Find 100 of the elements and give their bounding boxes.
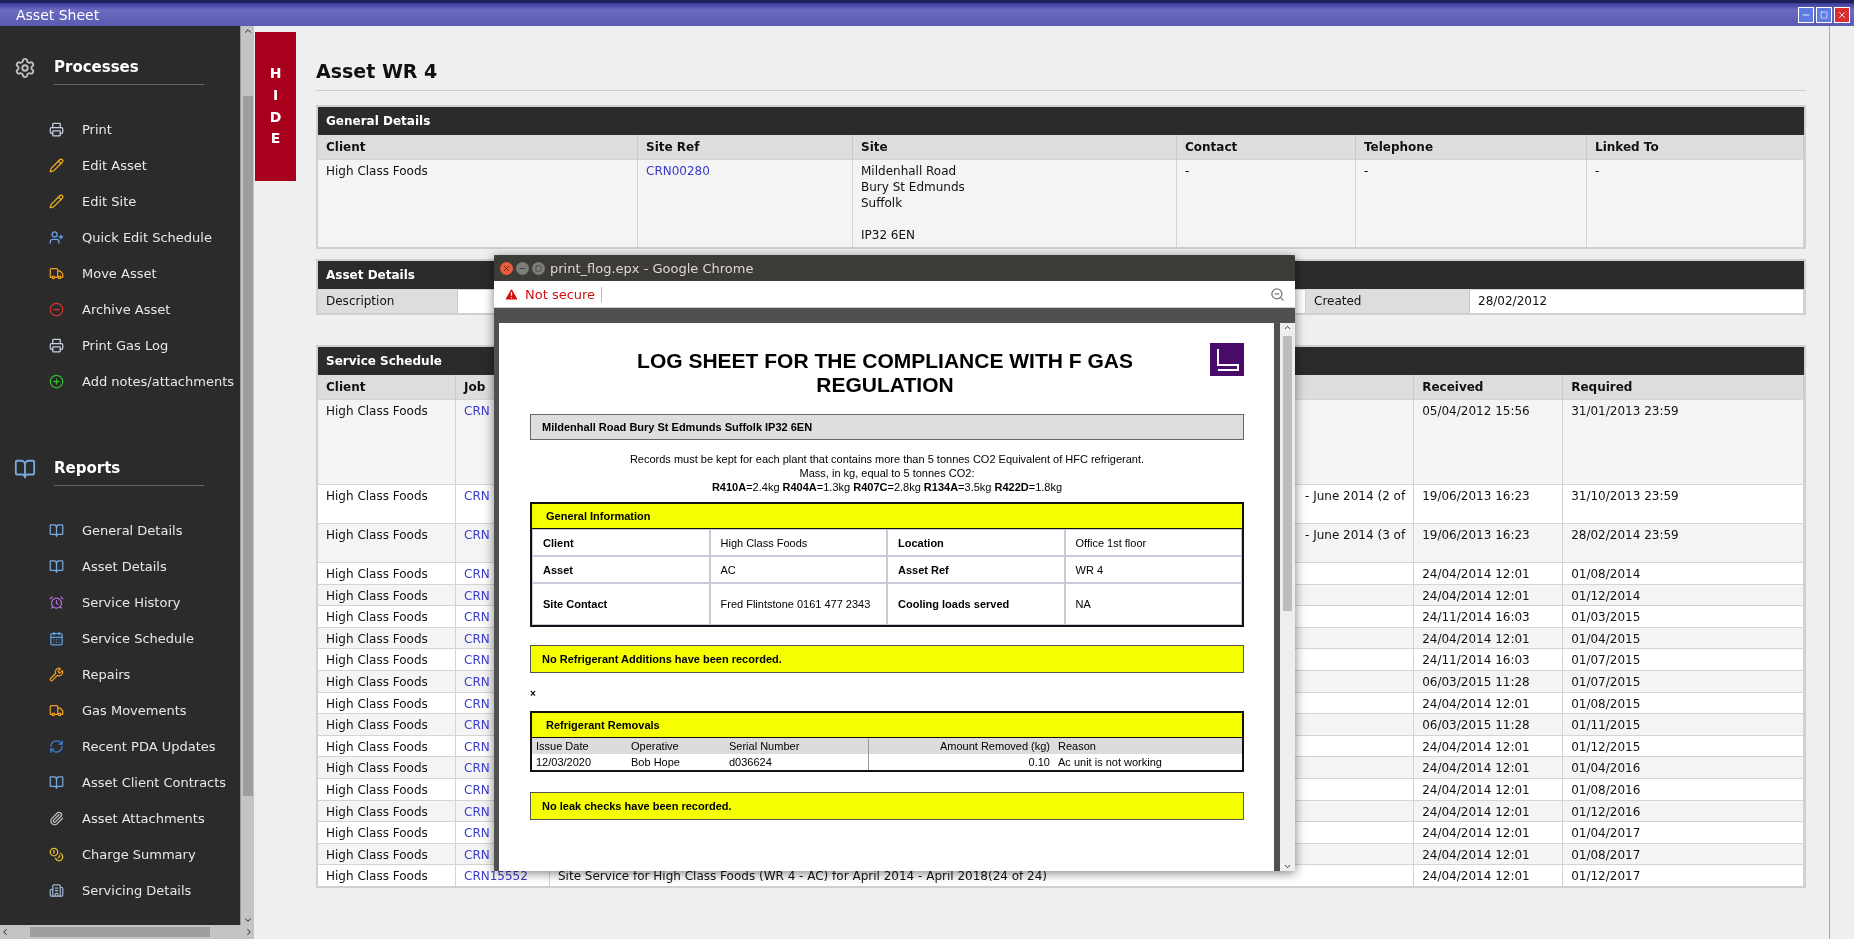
- job-link[interactable]: CRN: [464, 674, 490, 689]
- column-header: Reason: [1054, 738, 1242, 754]
- close-button[interactable]: [1834, 6, 1850, 23]
- sidebar-item[interactable]: Add notes/attachments: [0, 363, 240, 399]
- table-cell: 24/04/2014 12:01: [1414, 626, 1564, 649]
- table-cell: 01/04/2015: [1563, 626, 1804, 649]
- job-link[interactable]: CRN: [464, 631, 490, 646]
- note-text: Records must be kept for each plant that contains more than 5 tonnes CO2 Equivalent of HFC refrigerant.: [629, 452, 1145, 466]
- job-link[interactable]: CRN: [464, 782, 490, 797]
- job-link[interactable]: CRN15552: [464, 869, 528, 884]
- table-cell: 24/04/2014 12:01: [1414, 691, 1564, 714]
- sidebar-item[interactable]: Print Gas Log: [0, 327, 240, 363]
- notice-text: No leak checks have been recorded.: [530, 792, 1244, 820]
- table-heading: Refrigerant Removals: [532, 713, 1242, 738]
- job-link[interactable]: CRN: [464, 804, 490, 819]
- window-title: Asset Sheet: [16, 6, 100, 23]
- sidebar-item[interactable]: Asset Details: [0, 548, 240, 584]
- printer-icon: [49, 337, 64, 353]
- job-link[interactable]: CRN: [464, 567, 490, 581]
- minimize-button[interactable]: [516, 261, 529, 275]
- gear-icon: [14, 56, 36, 79]
- sidebar-item[interactable]: Servicing Details: [0, 872, 240, 908]
- job-link[interactable]: CRN: [464, 718, 490, 733]
- minimize-button[interactable]: [1798, 6, 1814, 23]
- scroll-up-icon: [1283, 323, 1292, 332]
- sidebar-item[interactable]: Service History: [0, 584, 240, 620]
- table-cell: High Class Foods: [318, 734, 456, 757]
- sidebar-item[interactable]: Asset Attachments: [0, 800, 240, 836]
- security-label: Not secure: [525, 286, 603, 302]
- table-cell: 24/04/2014 12:01: [1414, 842, 1564, 865]
- table-cell: High Class Foods: [318, 713, 456, 735]
- job-link[interactable]: CRN: [464, 404, 490, 418]
- postcode: IP32 6EN: [861, 227, 917, 243]
- site-ref-link[interactable]: CRN00280: [646, 164, 710, 178]
- sidebar-item[interactable]: Print: [0, 111, 240, 147]
- sidebar-item[interactable]: Edit Asset: [0, 147, 240, 183]
- job-link[interactable]: CRN: [464, 528, 490, 542]
- address-bar[interactable]: Not secure: [494, 281, 1295, 308]
- job-link[interactable]: CRN: [464, 653, 490, 668]
- table-cell: High Class Foods: [318, 821, 456, 843]
- table-cell: 24/04/2014 12:01: [1414, 864, 1564, 886]
- zoom-icon[interactable]: [1270, 286, 1285, 302]
- maximize-button[interactable]: [532, 261, 545, 275]
- paperclip-icon: [49, 810, 64, 826]
- job-link[interactable]: CRN: [464, 588, 490, 603]
- field-label: Site Contact: [532, 583, 710, 625]
- table-cell: 01/04/2017: [1563, 821, 1804, 843]
- sidebar-item[interactable]: Asset Client Contracts: [0, 764, 240, 800]
- table-cell: High Class Foods: [318, 159, 638, 247]
- person-add-icon: [49, 229, 64, 245]
- table-cell: 06/03/2015 11:28: [1414, 713, 1564, 735]
- sidebar-item[interactable]: Gas Movements: [0, 692, 240, 728]
- sidebar-item[interactable]: General Details: [0, 512, 240, 548]
- maximize-button[interactable]: [1816, 6, 1832, 23]
- building-icon: [49, 882, 64, 898]
- sidebar-item[interactable]: Service Schedule: [0, 620, 240, 656]
- table-cell: High Class Foods: [318, 799, 456, 822]
- job-link[interactable]: CRN: [464, 847, 490, 862]
- table-cell: 01/03/2015: [1563, 605, 1804, 627]
- table-cell: 01/08/2015: [1563, 691, 1804, 714]
- sidebar-item[interactable]: Archive Asset: [0, 291, 240, 327]
- table-cell: 01/12/2017: [1563, 864, 1804, 886]
- table-cell: 01/12/2015: [1563, 734, 1804, 757]
- field-value: 28/02/2012: [1470, 289, 1804, 313]
- horizontal-scrollbar[interactable]: [0, 925, 254, 939]
- job-link[interactable]: CRN: [464, 826, 490, 841]
- table-cell: High Class Foods: [318, 756, 456, 778]
- job-link[interactable]: CRN: [464, 610, 490, 625]
- job-link[interactable]: CRN: [464, 489, 490, 503]
- scroll-right-icon: [244, 927, 254, 937]
- table-cell: 01/12/2014: [1563, 583, 1804, 606]
- maximize-icon: [535, 264, 542, 272]
- close-icon: [1837, 9, 1847, 20]
- address-line: Suffolk: [861, 195, 904, 211]
- table-cell: High Class Foods: [318, 842, 456, 865]
- table-cell: High Class Foods: [318, 626, 456, 649]
- table-cell: High Class Foods: [318, 691, 456, 714]
- wrench-icon: [49, 666, 64, 682]
- column-header: Site Ref: [638, 135, 853, 159]
- field-value: Office 1st floor: [1064, 529, 1242, 556]
- sidebar-item[interactable]: Move Asset: [0, 255, 240, 291]
- column-header: Site: [853, 135, 1177, 159]
- job-link[interactable]: CRN: [464, 739, 490, 754]
- sidebar-item[interactable]: Repairs: [0, 656, 240, 692]
- job-link[interactable]: CRN: [464, 696, 490, 711]
- close-button[interactable]: [500, 261, 513, 275]
- sidebar-item[interactable]: Quick Edit Schedule: [0, 219, 240, 255]
- maximize-icon: [1820, 10, 1828, 19]
- job-link[interactable]: CRN: [464, 761, 490, 776]
- sidebar-item[interactable]: Recent PDA Updates: [0, 728, 240, 764]
- column-header: Client: [318, 135, 638, 159]
- sidebar-item[interactable]: Charge Summary: [0, 836, 240, 872]
- hide-tab[interactable]: HIDE: [255, 32, 296, 181]
- table-cell: 01/11/2015: [1563, 713, 1804, 735]
- table-cell: 01/08/2014: [1563, 562, 1804, 584]
- table-cell: High Class Foods: [318, 583, 456, 606]
- table-cell: 24/04/2014 12:01: [1414, 799, 1564, 822]
- sidebar-item[interactable]: Edit Site: [0, 183, 240, 219]
- table-cell: 05/04/2012 15:56: [1414, 399, 1564, 484]
- popup-title: print_flog.epx - Google Chrome: [550, 260, 754, 276]
